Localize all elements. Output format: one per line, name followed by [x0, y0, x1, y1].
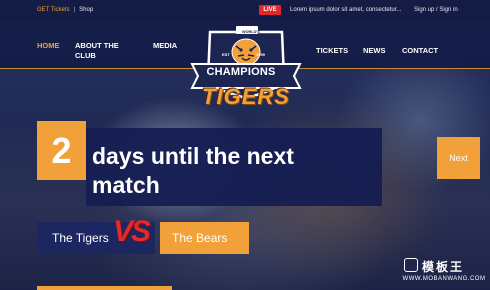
- top-bar-separator: |: [73, 7, 76, 13]
- nav-news[interactable]: NEWS: [363, 46, 386, 56]
- versus-label: VS: [113, 215, 151, 248]
- away-team-label: The Bears: [160, 222, 249, 254]
- bottom-accent-strip: [37, 286, 172, 290]
- nav-tickets[interactable]: TICKETS: [316, 46, 348, 56]
- live-badge: LIVE: [259, 5, 281, 15]
- top-bar: GET Tickets | Shop LIVE Lorem ipsum dolor …: [0, 0, 490, 20]
- countdown-line2: match: [92, 172, 160, 198]
- champions-tigers-logo[interactable]: WORLD'S EST 1999 CHAMPIONS TIGERS: [186, 22, 306, 114]
- nav-media[interactable]: MEDIA: [153, 41, 177, 51]
- watermark-logo-icon: [404, 258, 418, 272]
- logo-champions-text: CHAMPIONS: [206, 66, 276, 78]
- nav-about-line2: CLUB: [75, 51, 96, 60]
- watermark-brand: 模板王: [422, 260, 465, 274]
- logo-worlds-label: WORLD'S: [242, 30, 260, 34]
- logo-year-label: 1999: [256, 52, 265, 57]
- countdown-days-number: 2: [37, 121, 86, 180]
- nav-about-the-club[interactable]: ABOUT THE CLUB: [75, 41, 119, 61]
- sign-up-sign-in-link[interactable]: Sign up / Sign in: [414, 7, 458, 13]
- logo-est-label: EST: [222, 52, 230, 57]
- watermark-url: WWW.MOBANWANG.COM: [402, 276, 486, 282]
- nav-about-line1: ABOUT THE: [75, 41, 119, 50]
- next-button[interactable]: Next: [437, 137, 480, 179]
- nav-home[interactable]: HOME: [37, 41, 60, 51]
- top-bar-links: GET Tickets | Shop: [37, 7, 93, 13]
- shop-link[interactable]: Shop: [79, 7, 93, 13]
- nav-contact[interactable]: CONTACT: [402, 46, 438, 56]
- countdown-line1: days until the next: [92, 143, 294, 169]
- get-tickets-link[interactable]: GET Tickets: [37, 7, 70, 13]
- logo-tigers-text: TIGERS: [202, 84, 290, 109]
- countdown-text: days until the next match: [92, 142, 372, 200]
- site-watermark: 模板王 WWW.MOBANWANG.COM: [402, 256, 486, 286]
- news-ticker[interactable]: Lorem ipsum dolor sit amet, consectetur.…: [290, 7, 401, 13]
